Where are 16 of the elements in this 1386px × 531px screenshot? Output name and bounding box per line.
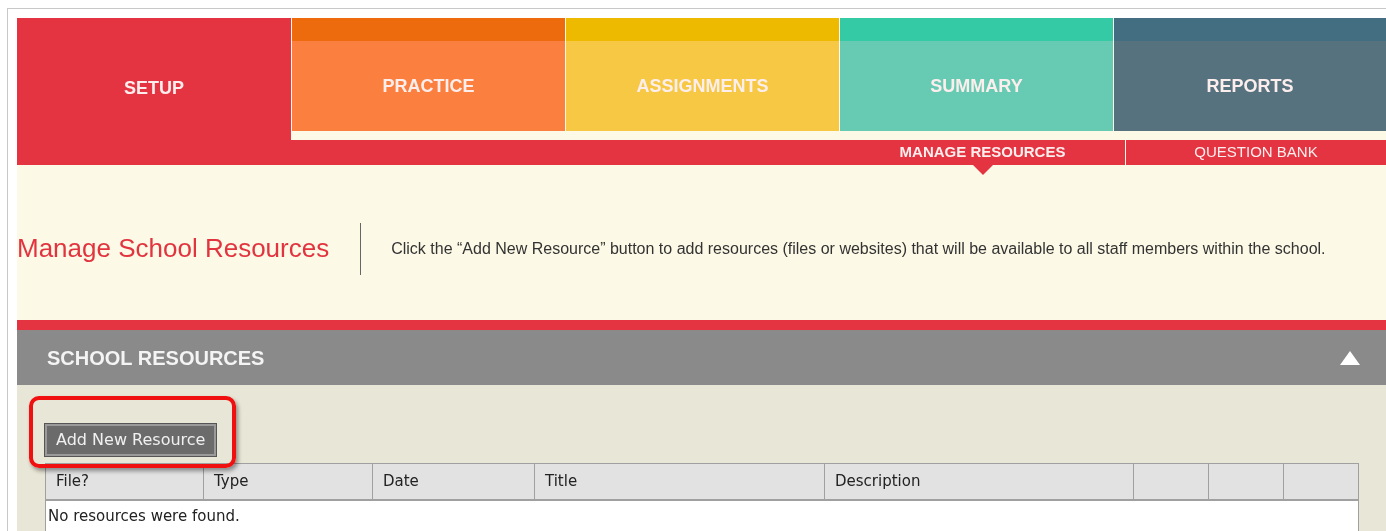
section-title: SCHOOL RESOURCES <box>47 345 265 371</box>
column-header: Type <box>204 464 373 499</box>
column-header: Date <box>373 464 535 499</box>
nav-tab[interactable]: SETUP <box>17 18 291 140</box>
add-resource-button[interactable]: Add New Resource <box>45 424 217 456</box>
empty-message: No resources were found. <box>47 506 241 527</box>
page-title: Manage School Resources <box>17 232 331 265</box>
nav-tab[interactable]: REPORTS <box>1113 18 1386 131</box>
page-description: Click the “Add New Resource” button to add resources (files or websites) that will be available to all staff members within the school. <box>390 238 1327 259</box>
column-header: Description <box>825 464 1134 499</box>
nav-tab[interactable]: PRACTICE <box>291 18 565 131</box>
section-header[interactable]: SCHOOL RESOURCES <box>17 330 1386 385</box>
column-header: File? <box>46 464 204 499</box>
subnav-tab[interactable]: QUESTION BANK <box>1126 140 1386 165</box>
column-header: Title <box>535 464 825 499</box>
collapse-icon[interactable] <box>1340 350 1360 365</box>
